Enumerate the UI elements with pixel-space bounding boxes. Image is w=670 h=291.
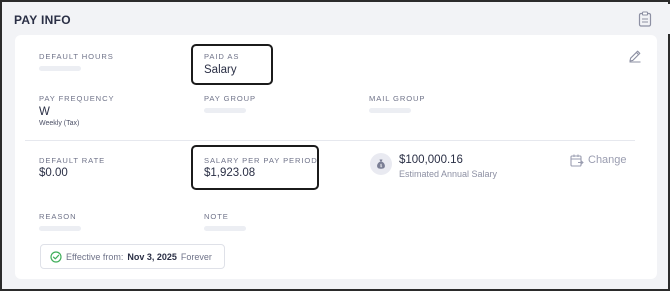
change-icon bbox=[570, 154, 584, 167]
pay-group-empty-value bbox=[204, 108, 246, 113]
pay-info-card bbox=[15, 35, 657, 279]
section-divider bbox=[25, 140, 635, 141]
pay-frequency-value: W bbox=[39, 106, 50, 118]
paid-as-label: PAID AS bbox=[204, 52, 240, 61]
pay-group-label: PAY GROUP bbox=[204, 94, 256, 103]
note-empty-value bbox=[204, 226, 246, 231]
effective-suffix: Forever bbox=[180, 251, 212, 262]
panel-header: PAY INFO bbox=[4, 4, 670, 34]
effective-date: Nov 3, 2025 bbox=[127, 251, 177, 262]
panel-title: PAY INFO bbox=[14, 13, 71, 27]
reason-label: REASON bbox=[39, 212, 77, 221]
pay-info-panel: PAY INFO DEFAULT HOURS PAID AS Salary PA… bbox=[0, 0, 670, 291]
pay-frequency-description: Weekly (Tax) bbox=[39, 120, 80, 127]
svg-text:$: $ bbox=[380, 163, 383, 169]
change-salary-button[interactable]: Change bbox=[570, 152, 627, 168]
pay-frequency-label: PAY FREQUENCY bbox=[39, 94, 115, 103]
reason-empty-value bbox=[39, 226, 81, 231]
default-rate-label: DEFAULT RATE bbox=[39, 156, 106, 165]
estimated-annual-salary-value: $100,000.16 bbox=[399, 154, 463, 166]
effective-prefix: Effective from: bbox=[66, 251, 124, 262]
money-bag-icon: $ bbox=[370, 153, 392, 175]
pencil-icon[interactable] bbox=[628, 49, 642, 63]
salary-per-period-value: $1,923.08 bbox=[204, 167, 256, 179]
effective-date-badge: Effective from: Nov 3, 2025 Forever bbox=[40, 244, 225, 269]
default-hours-empty-value bbox=[39, 66, 81, 71]
mail-group-label: MAIL GROUP bbox=[369, 94, 426, 103]
note-label: NOTE bbox=[204, 212, 229, 221]
clipboard-icon[interactable] bbox=[638, 11, 652, 27]
check-circle-icon bbox=[50, 250, 62, 263]
change-button-label: Change bbox=[588, 154, 627, 166]
paid-as-value: Salary bbox=[204, 64, 237, 76]
default-hours-label: DEFAULT HOURS bbox=[39, 52, 114, 61]
default-rate-value: $0.00 bbox=[39, 167, 68, 179]
mail-group-empty-value bbox=[369, 108, 411, 113]
salary-per-period-label: SALARY PER PAY PERIOD bbox=[204, 156, 318, 165]
estimated-annual-salary-caption: Estimated Annual Salary bbox=[399, 169, 498, 179]
